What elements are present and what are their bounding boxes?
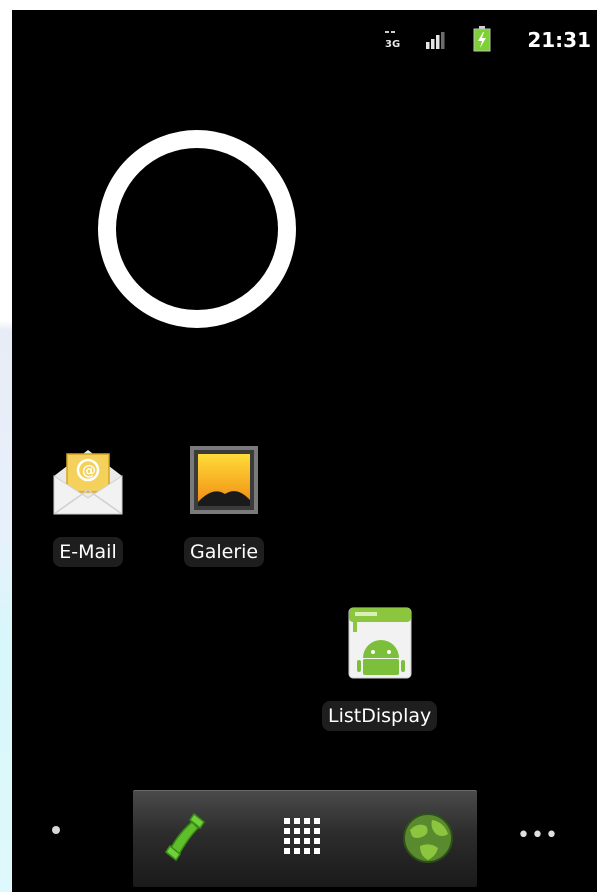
email-icon: @	[53, 450, 123, 515]
svg-text:3G: 3G	[385, 39, 400, 50]
browser-icon	[403, 813, 453, 863]
dock	[133, 790, 477, 887]
window-left-edge	[0, 0, 12, 892]
app-label: ListDisplay	[322, 701, 438, 731]
status-bar: 3G 21:31	[12, 10, 597, 68]
app-label: E-Mail	[53, 537, 123, 567]
dock-app-drawer[interactable]	[271, 805, 337, 871]
app-gallery[interactable]: Galerie	[184, 442, 265, 567]
page-indicator-left[interactable]	[52, 826, 60, 834]
svg-text:@: @	[82, 463, 96, 479]
network-3g-icon: 3G	[385, 31, 400, 50]
clock-time: 21:31	[527, 28, 591, 52]
dock-phone[interactable]	[153, 805, 219, 871]
app-listdisplay[interactable]: ListDisplay	[322, 606, 438, 731]
page-indicator-right[interactable]: •••	[517, 823, 559, 848]
phone-icon	[164, 812, 206, 862]
app-label: Galerie	[184, 537, 265, 567]
battery-charging-icon	[473, 26, 491, 52]
app-email[interactable]: @ E-Mail	[49, 442, 127, 567]
analog-clock-widget[interactable]	[98, 130, 296, 328]
app-drawer-icon	[284, 818, 320, 854]
android-app-icon	[348, 607, 412, 679]
gallery-icon	[190, 446, 259, 514]
home-screen: 3G 21:31 @ E-Mail Galerie ListDisplay ••…	[12, 10, 597, 892]
signal-icon	[426, 32, 445, 49]
dock-browser[interactable]	[395, 805, 461, 871]
